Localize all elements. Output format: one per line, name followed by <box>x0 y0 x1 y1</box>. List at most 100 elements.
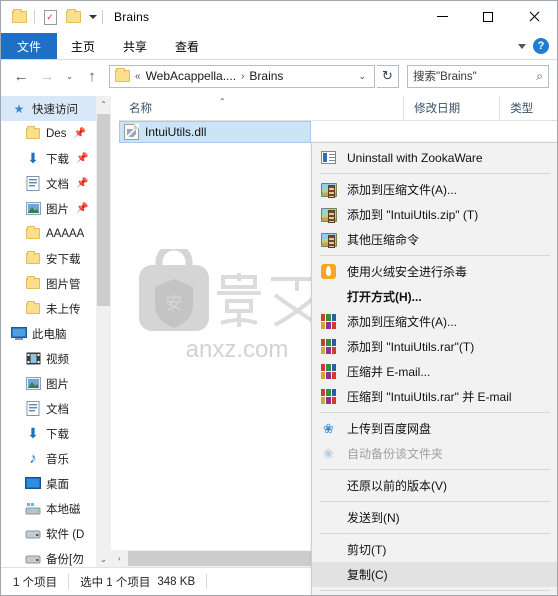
breadcrumb-item-0[interactable]: WebAcappella.... <box>146 69 237 83</box>
zip-icon <box>320 181 337 198</box>
address-dropdown-icon[interactable]: ⌄ <box>352 71 372 82</box>
menu-item-0[interactable]: Uninstall with ZookaWare <box>312 145 557 170</box>
sidebar-item-0[interactable]: ★ 快速访问 <box>1 96 111 121</box>
menu-separator <box>320 255 550 256</box>
no-icon <box>320 566 337 583</box>
sidebar-item-10[interactable]: 视频 <box>1 346 111 371</box>
sidebar-item-7[interactable]: 图片管 <box>1 271 111 296</box>
menu-item-4[interactable]: 其他压缩命令 <box>312 227 557 252</box>
chevron-down-icon[interactable] <box>518 43 526 49</box>
menu-item-10[interactable]: 压缩并 E-mail... <box>312 359 557 384</box>
pin-icon[interactable]: 📌 <box>73 128 85 139</box>
minimize-button[interactable] <box>419 1 465 32</box>
scroll-left-icon[interactable]: ‹ <box>111 550 128 567</box>
column-name[interactable]: 名称 ⌃ <box>119 96 403 120</box>
status-size: 348 KB <box>157 575 196 588</box>
menu-item-16[interactable]: 还原以前的版本(V) <box>312 473 557 498</box>
winrar-icon <box>320 338 337 355</box>
breadcrumb-item-1[interactable]: Brains <box>249 69 283 83</box>
local-disk-icon <box>25 501 41 517</box>
sidebar-item-9[interactable]: 此电脑 <box>1 321 111 346</box>
scroll-down-icon[interactable]: ⌄ <box>96 551 111 567</box>
pin-icon[interactable]: 📌 <box>76 203 88 214</box>
scroll-thumb[interactable] <box>97 114 110 306</box>
pin-icon[interactable]: 📌 <box>76 153 88 164</box>
menu-item-9[interactable]: 添加到 "IntuiUtils.rar"(T) <box>312 334 557 359</box>
help-icon[interactable]: ? <box>533 38 549 54</box>
pin-icon[interactable]: 📌 <box>76 178 88 189</box>
sidebar-item-8[interactable]: 未上传 <box>1 296 111 321</box>
sidebar-item-4[interactable]: 图片 📌 <box>1 196 111 221</box>
menu-item-21[interactable]: 复制(C) <box>312 562 557 587</box>
properties-icon[interactable]: ✓ <box>40 7 60 27</box>
sidebar-item-11[interactable]: 图片 <box>1 371 111 396</box>
sidebar-item-13[interactable]: ⬇ 下载 <box>1 421 111 446</box>
tab-view[interactable]: 查看 <box>161 33 213 59</box>
tab-file[interactable]: 文件 <box>1 33 58 59</box>
chevron-down-icon[interactable] <box>89 15 97 19</box>
sidebar-item-label: 视频 <box>46 353 69 366</box>
close-button[interactable] <box>511 1 557 32</box>
menu-item-label: 添加到压缩文件(A)... <box>347 314 457 329</box>
sidebar-item-18[interactable]: 备份[勿 <box>1 546 111 567</box>
column-headers: 名称 ⌃ 修改日期 类型 <box>119 96 557 121</box>
divider <box>34 10 35 24</box>
menu-item-3[interactable]: 添加到 "IntuiUtils.zip" (T) <box>312 202 557 227</box>
menu-item-2[interactable]: 添加到压缩文件(A)... <box>312 177 557 202</box>
nav-scrollbar[interactable]: ⌃ ⌄ <box>96 96 111 567</box>
divider <box>68 574 70 589</box>
zookaware-icon <box>320 149 337 166</box>
file-name: IntuiUtils.dll <box>145 125 207 139</box>
breadcrumb-overflow-icon[interactable]: « <box>135 71 141 82</box>
menu-item-8[interactable]: 添加到压缩文件(A)... <box>312 309 557 334</box>
document-icon <box>25 176 41 192</box>
context-menu: Uninstall with ZookaWare 添加到压缩文件(A)... 添加到… <box>311 142 557 595</box>
address-bar: ← → ⌄ ↑ « WebAcappella.... › Brains ⌄ ↻ … <box>1 60 557 92</box>
menu-item-20[interactable]: 剪切(T) <box>312 537 557 562</box>
sidebar-item-2[interactable]: ⬇ 下载 📌 <box>1 146 111 171</box>
sidebar-item-label: 软件 (D <box>46 528 85 541</box>
menu-item-7[interactable]: 打开方式(H)... <box>312 284 557 309</box>
search-icon[interactable]: ⌕ <box>536 69 543 84</box>
column-type[interactable]: 类型 <box>499 96 557 120</box>
menu-item-18[interactable]: 发送到(N) <box>312 505 557 530</box>
tab-share[interactable]: 共享 <box>109 33 161 59</box>
search-input[interactable]: 搜索"Brains" ⌕ <box>407 64 549 88</box>
back-button[interactable]: ← <box>9 64 33 88</box>
dll-file-icon <box>124 124 139 140</box>
sidebar-item-15[interactable]: 桌面 <box>1 471 111 496</box>
up-button[interactable]: ↑ <box>80 64 104 88</box>
address-field[interactable]: « WebAcappella.... › Brains ⌄ <box>109 64 375 88</box>
explorer-folder-icon[interactable] <box>9 7 29 27</box>
sidebar-item-17[interactable]: 软件 (D <box>1 521 111 546</box>
title-bar: ✓ Brains <box>1 1 557 33</box>
menu-item-label: 其他压缩命令 <box>347 232 420 247</box>
refresh-button[interactable]: ↻ <box>377 64 399 88</box>
menu-item-label: 压缩并 E-mail... <box>347 364 431 379</box>
sidebar-item-5[interactable]: AAAAA <box>1 221 111 246</box>
star-pin-icon: ★ <box>13 101 25 116</box>
sidebar-item-3[interactable]: 文档 📌 <box>1 171 111 196</box>
sidebar-item-1[interactable]: Des 📌 <box>1 121 111 146</box>
tab-home[interactable]: 主页 <box>57 33 109 59</box>
maximize-button[interactable] <box>465 1 511 32</box>
column-date[interactable]: 修改日期 <box>403 96 499 120</box>
download-icon: ⬇ <box>27 150 39 166</box>
sidebar-item-16[interactable]: 本地磁 <box>1 496 111 521</box>
scroll-up-icon[interactable]: ⌃ <box>96 96 111 112</box>
new-folder-icon[interactable] <box>63 7 83 27</box>
menu-item-6[interactable]: 使用火绒安全进行杀毒 <box>312 259 557 284</box>
sidebar-item-label: 未上传 <box>46 303 81 316</box>
menu-item-label: 压缩到 "IntuiUtils.rar" 并 E-mail <box>347 389 512 404</box>
menu-item-11[interactable]: 压缩到 "IntuiUtils.rar" 并 E-mail <box>312 384 557 409</box>
menu-item-13[interactable]: ❀ 上传到百度网盘 <box>312 416 557 441</box>
recent-locations-button[interactable]: ⌄ <box>61 64 78 88</box>
sidebar-item-12[interactable]: 文档 <box>1 396 111 421</box>
zip-icon <box>320 206 337 223</box>
navigation-pane: ★ 快速访问 Des 📌 ⬇ 下载 📌 文档 📌 图片 📌 AAAAA 安下载 图片管 未上传 此电脑 视频 图片… <box>1 96 111 567</box>
forward-button[interactable]: → <box>35 64 59 88</box>
ribbon-right-controls: ? <box>518 33 557 59</box>
sidebar-item-14[interactable]: ♪ 音乐 <box>1 446 111 471</box>
sidebar-item-6[interactable]: 安下载 <box>1 246 111 271</box>
file-row-intuiutils[interactable]: IntuiUtils.dll <box>119 121 311 143</box>
